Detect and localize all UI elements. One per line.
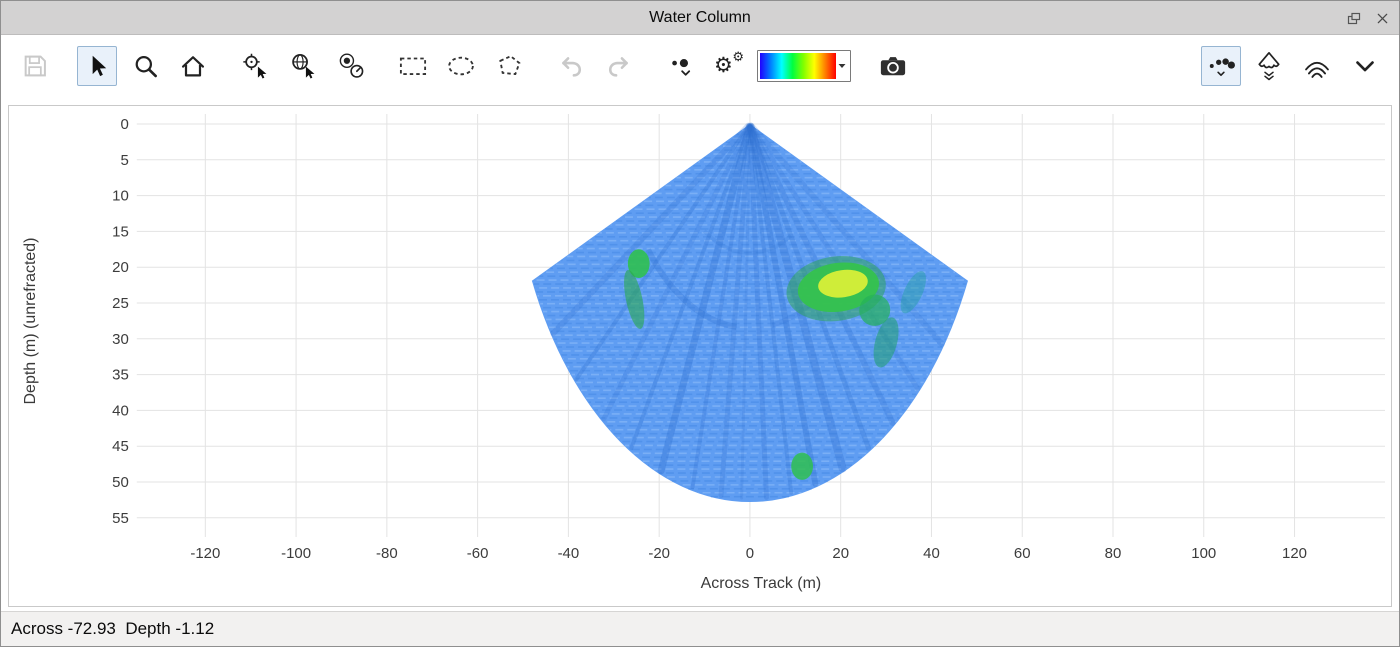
gears-icon: ⚙⚙ xyxy=(714,51,744,81)
redo-button[interactable] xyxy=(599,46,639,86)
svg-text:10: 10 xyxy=(112,188,129,205)
point-size-button[interactable] xyxy=(661,46,701,86)
redo-icon xyxy=(605,52,633,80)
home-view-button[interactable] xyxy=(173,46,213,86)
dashed-polygon-icon xyxy=(494,52,524,80)
colormap-selector[interactable] xyxy=(757,50,851,82)
svg-text:-20: -20 xyxy=(648,545,670,562)
svg-text:50: 50 xyxy=(112,474,129,491)
svg-text:0: 0 xyxy=(746,545,754,562)
svg-text:-80: -80 xyxy=(376,545,398,562)
svg-text:5: 5 xyxy=(121,152,129,169)
svg-text:40: 40 xyxy=(112,402,129,419)
svg-text:120: 120 xyxy=(1282,545,1307,562)
stacked-arcs-icon xyxy=(1302,52,1332,80)
svg-text:35: 35 xyxy=(112,367,129,384)
dashed-rectangle-icon xyxy=(398,52,428,80)
float-window-icon[interactable] xyxy=(1345,9,1363,27)
dashed-ellipse-icon xyxy=(446,52,476,80)
points-icon xyxy=(1206,51,1236,81)
svg-text:60: 60 xyxy=(1014,545,1031,562)
water-column-window: Water Column xyxy=(0,0,1400,647)
svg-text:Across Track (m): Across Track (m) xyxy=(701,575,822,592)
dots-dropdown-icon xyxy=(667,52,695,80)
select-polygon-button[interactable] xyxy=(489,46,529,86)
water-column-plot[interactable]: 0 5 10 15 20 25 30 35 40 45 50 55 -120 -100 -80 -60 -40 -… xyxy=(9,106,1391,606)
titlebar-controls xyxy=(1345,1,1391,35)
undo-icon xyxy=(557,52,585,80)
svg-text:45: 45 xyxy=(112,438,129,455)
toolbar: ⚙⚙ xyxy=(1,35,1399,97)
cursor-arrow-icon xyxy=(84,53,110,79)
titlebar[interactable]: Water Column xyxy=(1,1,1399,35)
pick-geographic-button[interactable] xyxy=(283,46,323,86)
svg-text:55: 55 xyxy=(112,510,129,527)
zoom-button[interactable] xyxy=(125,46,165,86)
pick-point-button[interactable] xyxy=(235,46,275,86)
camera-icon xyxy=(878,52,908,80)
svg-text:-100: -100 xyxy=(281,545,311,562)
home-icon xyxy=(179,52,207,80)
svg-text:20: 20 xyxy=(832,545,849,562)
select-cursor-button[interactable] xyxy=(77,46,117,86)
svg-text:25: 25 xyxy=(112,295,129,312)
svg-text:-120: -120 xyxy=(190,545,220,562)
save-icon xyxy=(21,52,49,80)
svg-text:30: 30 xyxy=(112,331,129,348)
wc-points-view-button[interactable] xyxy=(1201,46,1241,86)
svg-text:40: 40 xyxy=(923,545,940,562)
svg-text:-60: -60 xyxy=(467,545,489,562)
svg-text:Depth (m) (unrefracted): Depth (m) (unrefracted) xyxy=(22,238,39,405)
svg-text:0: 0 xyxy=(121,116,129,133)
svg-text:100: 100 xyxy=(1191,545,1216,562)
fan-icon xyxy=(1254,50,1284,82)
svg-text:-40: -40 xyxy=(558,545,580,562)
close-icon[interactable] xyxy=(1373,9,1391,27)
globe-cursor-icon xyxy=(289,52,317,80)
pick-measure-button[interactable] xyxy=(331,46,371,86)
svg-text:15: 15 xyxy=(112,223,129,240)
status-bar: Across -72.93 Depth -1.12 xyxy=(1,611,1399,646)
cursor-position-readout: Across -72.93 Depth -1.12 xyxy=(11,619,214,639)
more-options-button[interactable] xyxy=(1345,46,1385,86)
select-lasso-button[interactable] xyxy=(441,46,481,86)
plot-panel: 0 5 10 15 20 25 30 35 40 45 50 55 -120 -100 -80 -60 -40 -… xyxy=(8,105,1392,607)
svg-text:80: 80 xyxy=(1105,545,1122,562)
snapshot-button[interactable] xyxy=(873,46,913,86)
wc-fan-view-button[interactable] xyxy=(1249,46,1289,86)
colormap-swatch xyxy=(760,53,836,79)
window-title: Water Column xyxy=(649,9,751,27)
svg-text:20: 20 xyxy=(112,259,129,276)
settings-button[interactable]: ⚙⚙ xyxy=(709,46,749,86)
magnifier-icon xyxy=(132,53,159,80)
crosshair-cursor-icon xyxy=(241,52,269,80)
colormap-dropdown-icon xyxy=(836,63,848,69)
select-rectangle-button[interactable] xyxy=(393,46,433,86)
undo-button[interactable] xyxy=(551,46,591,86)
chevron-down-icon xyxy=(1350,52,1380,80)
wc-stacked-view-button[interactable] xyxy=(1297,46,1337,86)
save-button[interactable] xyxy=(15,46,55,86)
dot-compass-icon xyxy=(337,52,365,80)
